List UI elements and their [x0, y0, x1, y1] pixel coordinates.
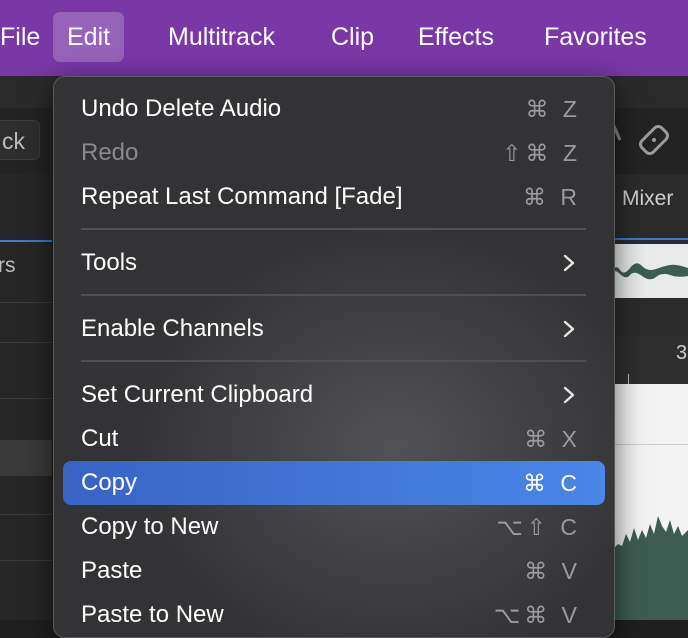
menu-item-cut[interactable]: Cut ⌘ X	[63, 417, 605, 461]
menu-item-label: Undo Delete Audio	[81, 95, 282, 122]
panel-tab-indicator	[0, 240, 52, 242]
menu-item-tools[interactable]: Tools	[63, 241, 605, 285]
row-divider	[0, 398, 52, 399]
tab-mixer[interactable]: Mixer	[622, 187, 673, 211]
menu-item-copy[interactable]: Copy ⌘ C	[63, 461, 605, 505]
menu-item-copy-to-new[interactable]: Copy to New ⌥⇧ C	[63, 505, 605, 549]
ruler-label: 3	[676, 342, 688, 364]
menu-item-label: Cut	[81, 425, 119, 452]
toolbar-icons	[612, 120, 688, 167]
menu-separator	[81, 228, 586, 230]
waveform-view[interactable]	[612, 384, 688, 620]
menu-multitrack[interactable]: Multitrack	[154, 12, 289, 62]
menu-favorites[interactable]: Favorites	[530, 12, 661, 62]
menu-item-label: Copy	[81, 469, 138, 496]
menu-item-shortcut: ⌘ X	[524, 426, 581, 452]
healing-brush-icon[interactable]	[612, 120, 688, 160]
menu-item-label: Paste to New	[81, 601, 224, 628]
menu-item-paste[interactable]: Paste ⌘ V	[63, 549, 605, 593]
ruler-tick	[628, 374, 629, 384]
menu-item-shortcut: ⌥⇧ C	[496, 514, 581, 540]
menu-item-label: Tools	[81, 249, 138, 276]
row-divider	[0, 302, 52, 303]
chevron-right-icon	[563, 386, 575, 404]
menu-item-label: Set Current Clipboard	[81, 381, 314, 408]
menu-item-paste-to-new[interactable]: Paste to New ⌥⌘ V	[63, 593, 605, 637]
menu-effects[interactable]: Effects	[404, 12, 508, 62]
row-divider	[0, 514, 52, 515]
menu-item-shortcut: ⌘ C	[523, 470, 581, 496]
row-divider	[0, 560, 52, 561]
menu-item-shortcut: ⌥⌘ V	[493, 602, 581, 628]
menu-item-label: Paste	[81, 557, 143, 584]
row-divider	[0, 342, 52, 343]
selected-file-row[interactable]	[0, 440, 52, 476]
menu-item-shortcut: ⌘ V	[524, 558, 581, 584]
menu-item-undo[interactable]: Undo Delete Audio ⌘ Z	[63, 87, 605, 131]
menu-bar: File Edit Multitrack Clip Effects Favori…	[0, 0, 688, 76]
menu-item-repeat-last-command[interactable]: Repeat Last Command [Fade] ⌘ R	[63, 175, 605, 219]
menu-item-label: Enable Channels	[81, 315, 264, 342]
panel-tab-label[interactable]: rs	[0, 254, 16, 278]
menu-item-shortcut: ⌘ Z	[525, 96, 581, 122]
menu-edit[interactable]: Edit	[53, 12, 125, 62]
menu-item-shortcut: ⌘ R	[523, 184, 581, 210]
chevron-right-icon	[563, 320, 575, 338]
menu-item-set-current-clipboard[interactable]: Set Current Clipboard	[63, 373, 605, 417]
menu-file[interactable]: File	[0, 12, 54, 62]
menu-item-shortcut: ⇧⌘ Z	[502, 140, 581, 166]
tab-indicator	[612, 238, 688, 240]
menu-separator	[81, 294, 586, 296]
menu-item-label: Redo	[81, 139, 139, 166]
edit-menu: Undo Delete Audio ⌘ Z Redo ⇧⌘ Z Repeat L…	[53, 76, 615, 638]
menu-item-label: Copy to New	[81, 513, 219, 540]
multitrack-button[interactable]: ck	[0, 120, 40, 160]
menu-item-enable-channels[interactable]: Enable Channels	[63, 307, 605, 351]
menu-item-redo: Redo ⇧⌘ Z	[63, 131, 605, 175]
menu-item-label: Repeat Last Command [Fade]	[81, 183, 403, 210]
overview-waveform[interactable]	[612, 244, 688, 298]
menu-separator	[81, 360, 586, 362]
channel-divider	[612, 444, 688, 445]
chevron-right-icon	[563, 254, 575, 272]
menu-clip[interactable]: Clip	[317, 12, 388, 62]
